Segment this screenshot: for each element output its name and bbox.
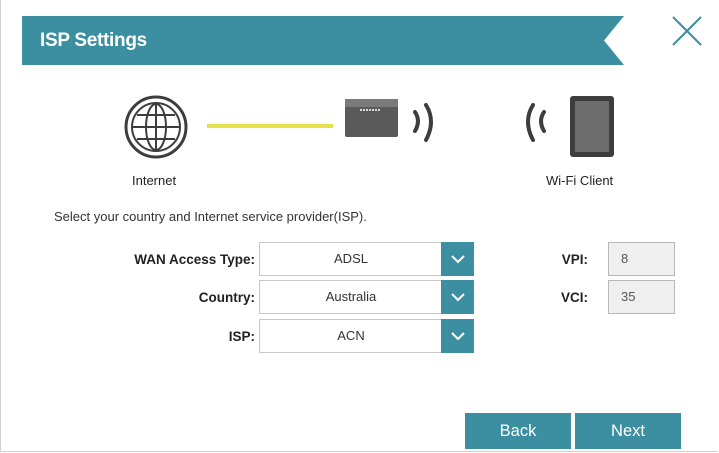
country-value: Australia	[325, 289, 377, 304]
isp-label: ISP:	[228, 329, 255, 344]
wifi-client-label: Wi-Fi Client	[546, 173, 614, 188]
globe-icon	[124, 95, 188, 159]
instruction-text: Select your country and Internet service…	[54, 209, 367, 224]
back-button[interactable]: Back	[465, 413, 571, 449]
isp-value: ACN	[337, 328, 365, 343]
router-icon	[345, 99, 398, 137]
chevron-down-icon[interactable]	[441, 319, 474, 353]
chevron-down-icon[interactable]	[441, 242, 474, 276]
wifi-signal-icon	[413, 103, 433, 142]
isp-select[interactable]: ACN	[259, 319, 474, 353]
next-button[interactable]: Next	[575, 413, 681, 449]
country-label: Country:	[198, 290, 255, 305]
chevron-down-icon[interactable]	[441, 280, 474, 314]
country-select[interactable]: Australia	[259, 280, 474, 314]
wan-access-type-value: ADSL	[334, 251, 368, 266]
wifi-signal-icon	[526, 103, 546, 142]
vpi-label: VPI:	[561, 252, 588, 267]
wan-access-type-label: WAN Access Type:	[134, 252, 255, 267]
vci-label: VCI:	[561, 290, 588, 305]
vpi-input[interactable]: 8	[608, 242, 675, 276]
network-diagram	[124, 95, 614, 159]
tablet-icon	[570, 96, 614, 157]
vci-input[interactable]: 35	[608, 280, 675, 314]
wan-access-type-select[interactable]: ADSL	[259, 242, 474, 276]
internet-label: Internet	[132, 173, 177, 188]
